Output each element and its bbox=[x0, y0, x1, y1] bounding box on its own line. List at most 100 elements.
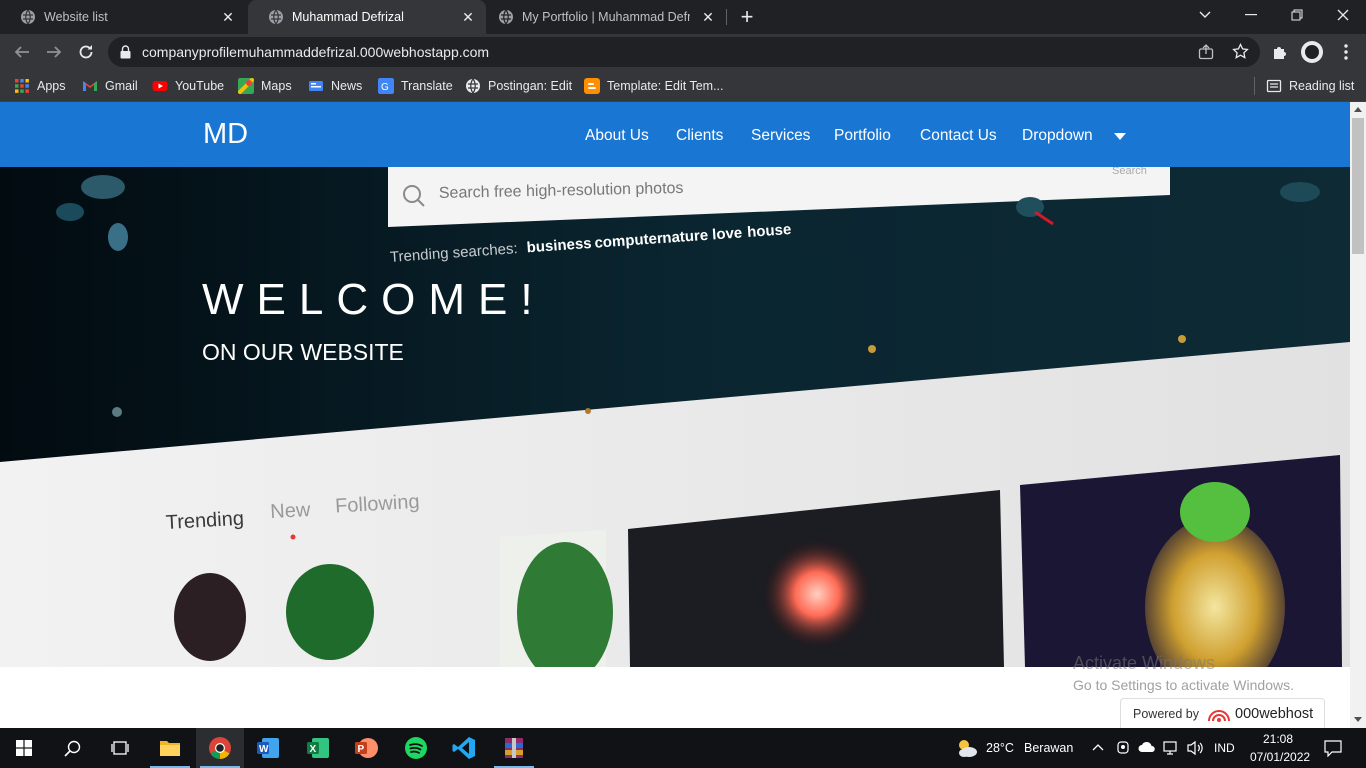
scrollbar-thumb[interactable] bbox=[1352, 118, 1364, 254]
nav-dropdown[interactable]: Dropdown bbox=[1022, 127, 1093, 145]
globe-icon bbox=[466, 78, 480, 94]
bg-tab-following: Following bbox=[335, 491, 421, 518]
input-language[interactable]: IND bbox=[1214, 741, 1235, 755]
network-icon[interactable] bbox=[1163, 740, 1179, 756]
nav-portfolio[interactable]: Portfolio bbox=[834, 127, 891, 145]
task-view-button[interactable] bbox=[96, 728, 144, 768]
meet-now-icon[interactable] bbox=[1116, 740, 1130, 756]
volume-icon[interactable] bbox=[1186, 740, 1204, 756]
close-tab-icon[interactable]: ✕ bbox=[700, 9, 716, 25]
powerpoint-button[interactable]: P bbox=[342, 728, 390, 768]
site-brand[interactable]: MD bbox=[203, 118, 248, 151]
url-text: companyprofilemuhammaddefrizal.000webhos… bbox=[142, 44, 490, 60]
folder-icon bbox=[160, 741, 180, 756]
tab-my-portfolio[interactable]: My Portfolio | Muhammad Defriz ✕ bbox=[478, 0, 726, 34]
bookmark-youtube[interactable]: YouTube bbox=[152, 76, 224, 96]
bookmark-news[interactable]: News bbox=[308, 76, 362, 96]
new-tab-button[interactable]: + bbox=[724, 2, 770, 32]
bookmark-label: Template: Edit Tem... bbox=[607, 79, 724, 93]
powered-by-badge[interactable]: Powered by 000webhost bbox=[1120, 698, 1325, 728]
share-icon[interactable] bbox=[1198, 44, 1214, 60]
nav-contact-us[interactable]: Contact Us bbox=[920, 127, 997, 145]
nav-services[interactable]: Services bbox=[751, 127, 810, 145]
close-window-button[interactable] bbox=[1320, 0, 1366, 30]
minimize-button[interactable] bbox=[1228, 0, 1274, 30]
restore-button[interactable] bbox=[1274, 0, 1320, 30]
bookmark-maps[interactable]: Maps bbox=[238, 76, 292, 96]
hero-title: WELCOME! bbox=[202, 275, 546, 324]
reload-button[interactable] bbox=[72, 38, 100, 66]
bookmarks-bar: Apps Gmail YouTube Maps News G Translate… bbox=[0, 70, 1366, 102]
vscode-button[interactable] bbox=[440, 728, 488, 768]
reading-list-icon bbox=[1266, 79, 1282, 93]
winrar-button[interactable] bbox=[490, 728, 538, 768]
windows-taskbar: W X P 28°C Berawan IND 21:08 07/01/2022 bbox=[0, 728, 1366, 768]
reading-list-label: Reading list bbox=[1289, 79, 1355, 93]
scroll-up-icon[interactable] bbox=[1354, 107, 1362, 112]
excel-icon: X bbox=[307, 738, 329, 758]
browser-toolbar: companyprofilemuhammaddefrizal.000webhos… bbox=[0, 34, 1366, 70]
avatar bbox=[1301, 41, 1323, 63]
weather-description[interactable]: Berawan bbox=[1024, 741, 1073, 755]
caret-down-icon[interactable] bbox=[1114, 133, 1126, 140]
svg-text:P: P bbox=[358, 744, 365, 755]
notifications-icon[interactable] bbox=[1324, 740, 1342, 757]
word-button[interactable]: W bbox=[244, 728, 292, 768]
reading-list-button[interactable]: Reading list bbox=[1266, 76, 1354, 96]
powered-by-label: Powered by bbox=[1133, 706, 1200, 721]
search-button[interactable] bbox=[48, 728, 96, 768]
tab-website-list[interactable]: Website list ✕ bbox=[0, 0, 246, 34]
arrow-right-icon bbox=[47, 46, 62, 58]
tab-title: Muhammad Defrizal bbox=[292, 10, 404, 24]
bg-tab-new: New bbox=[270, 499, 312, 523]
weather-cloud-sun-icon[interactable] bbox=[955, 737, 979, 759]
onedrive-cloud-icon[interactable] bbox=[1138, 741, 1156, 753]
clock-time[interactable]: 21:08 bbox=[1263, 732, 1293, 746]
bookmark-template[interactable]: Template: Edit Tem... bbox=[584, 76, 724, 96]
chrome-taskbar-button[interactable] bbox=[196, 728, 244, 768]
vscode-icon bbox=[452, 737, 475, 759]
bg-trending-term: love bbox=[712, 224, 743, 243]
bookmark-postingan[interactable]: Postingan: Edit bbox=[465, 76, 572, 96]
bookmark-translate[interactable]: G Translate bbox=[378, 76, 453, 96]
bookmark-gmail[interactable]: Gmail bbox=[82, 76, 138, 96]
bg-photo-drink bbox=[1020, 455, 1342, 667]
bookmark-label: Maps bbox=[261, 79, 292, 93]
bg-trending-term: house bbox=[747, 221, 792, 241]
windows-logo-icon bbox=[16, 740, 32, 756]
file-explorer-button[interactable] bbox=[146, 728, 194, 768]
tab-search-button[interactable] bbox=[1182, 0, 1228, 30]
address-bar[interactable]: companyprofilemuhammaddefrizal.000webhos… bbox=[108, 37, 1260, 67]
bookmarks-divider bbox=[1254, 77, 1255, 95]
menu-button[interactable] bbox=[1332, 38, 1360, 66]
bookmark-label: Translate bbox=[401, 79, 453, 93]
nav-clients[interactable]: Clients bbox=[676, 127, 723, 145]
bookmark-label: Gmail bbox=[105, 79, 138, 93]
tab-title: Website list bbox=[44, 10, 108, 24]
bookmark-star-icon[interactable] bbox=[1232, 43, 1249, 60]
close-tab-icon[interactable]: ✕ bbox=[460, 9, 476, 25]
web-page: MD About Us Clients Services Portfolio C… bbox=[0, 102, 1350, 728]
forward-button[interactable] bbox=[40, 38, 68, 66]
extensions-button[interactable] bbox=[1266, 38, 1294, 66]
clock-date[interactable]: 07/01/2022 bbox=[1250, 750, 1310, 764]
nav-about-us[interactable]: About Us bbox=[585, 127, 649, 145]
host-brand-label: 000webhost bbox=[1235, 705, 1314, 722]
profile-button[interactable] bbox=[1298, 38, 1326, 66]
page-scrollbar[interactable] bbox=[1350, 102, 1366, 728]
apps-grid-icon bbox=[15, 79, 29, 93]
tab-muhammad-defrizal[interactable]: Muhammad Defrizal ✕ bbox=[248, 0, 486, 34]
weather-temperature[interactable]: 28°C bbox=[986, 741, 1014, 755]
back-button[interactable] bbox=[8, 38, 36, 66]
excel-button[interactable]: X bbox=[294, 728, 342, 768]
bookmark-apps[interactable]: Apps bbox=[14, 76, 66, 96]
spotify-button[interactable] bbox=[392, 728, 440, 768]
close-tab-icon[interactable]: ✕ bbox=[220, 9, 236, 25]
chevron-up-icon[interactable] bbox=[1092, 743, 1104, 751]
blogger-icon bbox=[584, 78, 600, 94]
start-button[interactable] bbox=[0, 728, 48, 768]
spotify-icon bbox=[405, 737, 427, 759]
more-vertical-icon bbox=[1344, 44, 1348, 60]
scroll-down-icon[interactable] bbox=[1354, 717, 1362, 722]
webhost-logo-icon bbox=[1208, 709, 1231, 722]
